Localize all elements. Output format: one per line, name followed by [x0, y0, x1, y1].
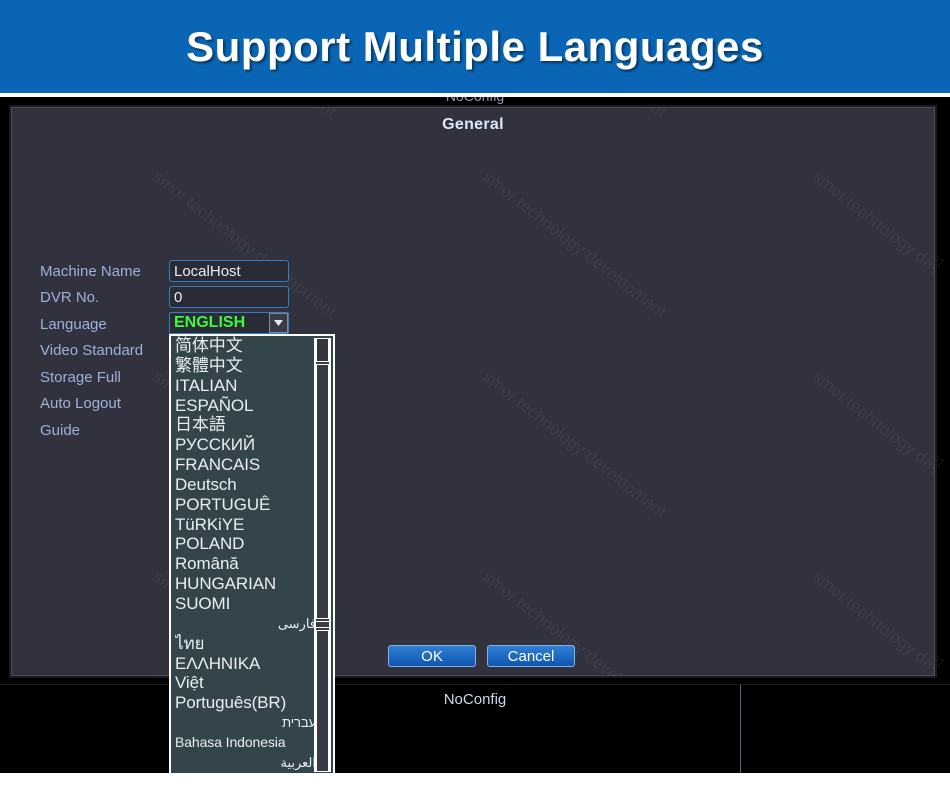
scrollbar-grip[interactable]	[316, 621, 329, 628]
label-auto-logout: Auto Logout	[40, 394, 121, 412]
dialog-watermark-layer: smor technology development smor technolo…	[11, 107, 935, 676]
language-option[interactable]: 日本語	[175, 415, 316, 435]
row-guide: Guide	[40, 419, 80, 441]
watermark-text: smor technology development	[809, 167, 935, 322]
page-banner: Support Multiple Languages	[0, 0, 950, 93]
language-option[interactable]: SUOMI	[175, 594, 316, 614]
label-dvr-no: DVR No.	[40, 288, 100, 306]
language-select[interactable]: ENGLISH	[169, 312, 289, 334]
scrollbar-thumb-lower[interactable]	[316, 630, 329, 772]
row-storage-full: Storage Full	[40, 366, 121, 388]
ok-button[interactable]: OK	[388, 645, 476, 667]
language-option[interactable]: Română	[175, 554, 316, 574]
language-option[interactable]: Bahasa Indonesia	[175, 733, 316, 753]
row-language: Language	[40, 313, 107, 335]
watermark-text: smor technology development	[479, 167, 670, 322]
language-option[interactable]: 繁體中文	[175, 356, 316, 376]
label-video-standard: Video Standard	[40, 341, 144, 359]
dvr-no-value: 0	[174, 288, 183, 306]
language-option[interactable]: FRANCAIS	[175, 455, 316, 475]
machine-name-value: LocalHost	[174, 262, 241, 280]
language-option[interactable]: HUNGARIAN	[175, 574, 316, 594]
language-option[interactable]: Deutsch	[175, 475, 316, 495]
banner-title: Support Multiple Languages	[186, 22, 764, 70]
language-option[interactable]: فارسى	[175, 614, 316, 634]
status-row: NoConfig	[0, 684, 950, 773]
device-screen: smor technology development smor technolo…	[0, 97, 950, 773]
language-dropdown-list[interactable]: 简体中文 繁體中文 ITALIAN ESPAÑOL 日本語 РУССКИЙ FRANCAIS…	[169, 334, 335, 773]
scrollbar-thumb[interactable]	[316, 364, 329, 619]
language-option[interactable]: РУССКИЙ	[175, 435, 316, 455]
clipped-text: NoConfig	[446, 97, 504, 104]
row-auto-logout: Auto Logout	[40, 392, 121, 414]
dvr-no-input[interactable]: 0	[169, 286, 289, 308]
scrollbar-thumb-top[interactable]	[316, 338, 329, 362]
language-option[interactable]: Việt	[175, 673, 316, 693]
language-option[interactable]: ESPAÑOL	[175, 396, 316, 416]
label-language: Language	[40, 315, 107, 333]
language-option[interactable]: POLAND	[175, 534, 316, 554]
language-option[interactable]: ไทย	[175, 634, 316, 654]
label-machine-name: Machine Name	[40, 262, 141, 280]
language-option[interactable]: עברית	[175, 713, 316, 733]
machine-name-input[interactable]: LocalHost	[169, 260, 289, 282]
language-option[interactable]: ITALIAN	[175, 376, 316, 396]
dialog-title: General	[442, 116, 504, 133]
language-option[interactable]: العربية	[175, 753, 316, 773]
language-option[interactable]: TüRKiYE	[175, 515, 316, 535]
watermark-text: smor technology development	[809, 567, 935, 676]
language-selected-value: ENGLISH	[174, 314, 246, 331]
watermark-text: smor technology development	[479, 367, 670, 522]
row-machine-name: Machine Name	[40, 260, 141, 282]
language-option[interactable]: Português(BR)	[175, 693, 316, 713]
row-video-standard: Video Standard	[40, 339, 143, 361]
chevron-down-icon[interactable]	[269, 313, 288, 333]
language-option[interactable]: EΛΛΗΝΙΚΑ	[175, 654, 316, 674]
channel-divider-right	[740, 684, 741, 773]
label-guide: Guide	[40, 421, 81, 439]
language-option-list: 简体中文 繁體中文 ITALIAN ESPAÑOL 日本語 РУССКИЙ FRANCAIS…	[171, 336, 316, 773]
label-storage-full: Storage Full	[40, 368, 121, 386]
watermark-text: smor technology development	[809, 367, 935, 522]
status-text: NoConfig	[443, 691, 507, 708]
language-option[interactable]: 简体中文	[175, 336, 316, 356]
language-option[interactable]: PORTUGUÊ	[175, 495, 316, 515]
general-settings-dialog: smor technology development smor technolo…	[9, 105, 937, 773]
dropdown-scrollbar[interactable]	[314, 338, 331, 772]
row-dvr-no: DVR No.	[40, 286, 99, 308]
status-row-top-border	[0, 684, 950, 685]
cancel-button[interactable]: Cancel	[487, 645, 575, 667]
